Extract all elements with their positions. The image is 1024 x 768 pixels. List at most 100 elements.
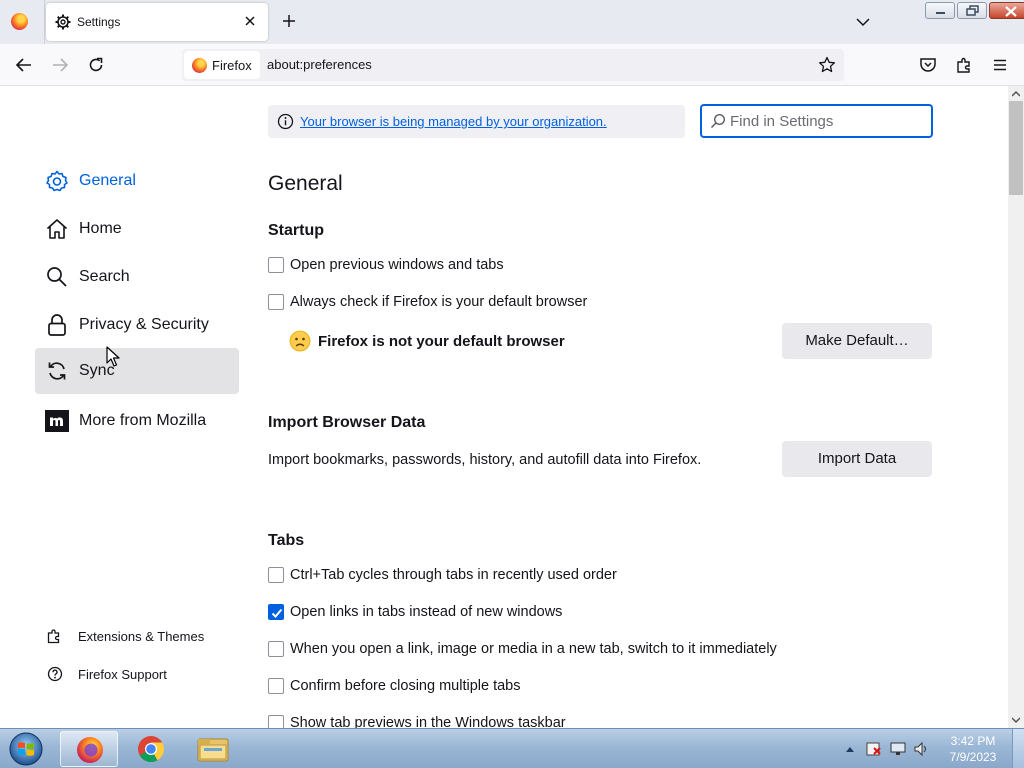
firefox-icon xyxy=(77,737,103,763)
clock-date: 7/9/2023 xyxy=(949,750,997,764)
taskbar-firefox[interactable] xyxy=(60,731,118,767)
open-links-in-tabs-checkbox[interactable] xyxy=(268,604,284,620)
checkbox-label: Open links in tabs instead of new window… xyxy=(290,604,563,620)
page-scrollbar[interactable] xyxy=(1008,86,1024,728)
identity-box[interactable]: Firefox xyxy=(184,51,260,79)
minimize-button[interactable] xyxy=(925,2,955,19)
sync-icon xyxy=(48,362,66,380)
tab-separator xyxy=(44,0,45,44)
back-arrow-icon[interactable] xyxy=(15,56,33,74)
lock-icon xyxy=(48,314,66,336)
make-default-button[interactable]: Make Default… xyxy=(782,323,932,359)
policy-notice: Your browser is being managed by your or… xyxy=(268,105,685,138)
confirm-close-tabs-checkbox[interactable] xyxy=(268,678,284,694)
mozilla-logo-icon xyxy=(45,410,69,432)
taskbar-clock[interactable]: 3:42 PM 7/9/2023 xyxy=(945,733,1001,765)
minimize-icon xyxy=(936,12,945,14)
tab-previews-checkbox[interactable] xyxy=(268,715,284,728)
extensions-puzzle-icon[interactable] xyxy=(955,56,973,74)
tabs-heading: Tabs xyxy=(268,532,305,549)
system-tray xyxy=(843,739,943,759)
checkbox-label: Confirm before closing multiple tabs xyxy=(290,678,521,694)
sidebar-link-label: Firefox Support xyxy=(78,667,167,682)
chrome-icon xyxy=(138,736,165,763)
sidebar-link-label: Extensions & Themes xyxy=(78,629,205,644)
checkbox-label: When you open a link, image or media in … xyxy=(290,641,777,657)
pocket-icon[interactable] xyxy=(919,56,937,74)
close-window-button[interactable] xyxy=(989,2,1024,19)
not-default-text: Firefox is not your default browser xyxy=(318,333,565,350)
show-hidden-icons-icon xyxy=(846,747,854,752)
import-data-button[interactable]: Import Data xyxy=(782,441,932,477)
restore-icon xyxy=(966,5,979,16)
gear-icon xyxy=(55,14,71,30)
import-description: Import bookmarks, passwords, history, an… xyxy=(268,452,702,468)
reload-icon[interactable] xyxy=(87,56,105,74)
ctrl-tab-checkbox[interactable] xyxy=(268,567,284,583)
scroll-up-arrow-icon[interactable] xyxy=(1012,90,1020,98)
show-desktop-button[interactable] xyxy=(1012,729,1024,768)
sidebar-item-label: General xyxy=(79,172,136,189)
firefox-view-icon[interactable] xyxy=(11,13,28,30)
clock-time: 3:42 PM xyxy=(950,734,996,748)
windows-start-icon[interactable] xyxy=(4,731,48,767)
sidebar-item-sync[interactable]: Sync xyxy=(35,348,239,394)
policy-link[interactable]: Your browser is being managed by your or… xyxy=(300,114,607,129)
sidebar-item-home[interactable]: Home xyxy=(35,206,239,252)
checkbox-label: Ctrl+Tab cycles through tabs in recently… xyxy=(290,567,617,583)
taskbar-file-explorer[interactable] xyxy=(184,731,242,767)
url-text[interactable]: about:preferences xyxy=(267,57,372,72)
restore-button[interactable] xyxy=(957,2,987,19)
open-previous-checkbox[interactable] xyxy=(268,257,284,273)
sidebar-item-label: Privacy & Security xyxy=(79,316,209,333)
sidebar-item-more-from-mozilla[interactable]: More from Mozilla xyxy=(35,398,239,444)
scroll-down-arrow-icon[interactable] xyxy=(1012,716,1020,724)
new-tab-icon[interactable] xyxy=(280,12,298,30)
hamburger-menu-icon[interactable] xyxy=(991,56,1009,74)
checkbox-label: Open previous windows and tabs xyxy=(290,257,504,273)
checkmark-icon xyxy=(271,608,283,618)
puzzle-icon xyxy=(47,629,60,644)
sidebar-item-search[interactable]: Search xyxy=(35,254,239,300)
import-heading: Import Browser Data xyxy=(268,414,426,431)
window-controls xyxy=(925,2,1024,20)
settings-page: General Home Search Privacy & Security S… xyxy=(0,86,1008,728)
nav-bar: Firefox about:preferences xyxy=(0,44,1024,86)
sidebar-item-label: More from Mozilla xyxy=(79,412,207,429)
gear-icon xyxy=(46,170,68,192)
always-check-default-checkbox[interactable] xyxy=(268,294,284,310)
close-tab-icon[interactable] xyxy=(242,13,258,29)
tab-bar: Settings xyxy=(0,0,1024,44)
close-icon xyxy=(1005,6,1017,17)
sidebar-item-privacy-security[interactable]: Privacy & Security xyxy=(35,302,239,348)
windows-taskbar: 3:42 PM 7/9/2023 xyxy=(0,728,1024,768)
startup-heading: Startup xyxy=(268,222,324,239)
forward-arrow-icon[interactable] xyxy=(51,56,69,74)
search-input[interactable] xyxy=(730,111,925,131)
search-icon xyxy=(47,267,67,287)
identity-label: Firefox xyxy=(212,58,252,73)
help-icon xyxy=(47,666,63,682)
info-icon xyxy=(277,113,294,130)
checkbox-label: Always check if Firefox is your default … xyxy=(290,294,588,310)
switch-to-new-tab-checkbox[interactable] xyxy=(268,641,284,657)
bookmark-star-icon[interactable] xyxy=(818,56,836,74)
page-title: General xyxy=(268,172,343,195)
sidebar-item-general[interactable]: General xyxy=(35,158,239,204)
taskbar-chrome[interactable] xyxy=(122,731,180,767)
chevron-down-icon[interactable] xyxy=(855,14,871,30)
search-icon xyxy=(710,113,726,129)
tab-title: Settings xyxy=(77,15,121,29)
sidebar-item-label: Search xyxy=(79,268,130,285)
file-explorer-icon xyxy=(197,738,229,762)
checkbox-label: Show tab previews in the Windows taskbar xyxy=(290,715,566,728)
tab-settings[interactable]: Settings xyxy=(46,3,268,41)
scrollbar-thumb[interactable] xyxy=(1009,101,1023,195)
address-bar[interactable]: Firefox about:preferences xyxy=(182,49,844,81)
tray-icons xyxy=(846,741,926,757)
sad-face-icon xyxy=(289,330,311,352)
sidebar-item-label: Home xyxy=(79,220,122,237)
firefox-icon xyxy=(192,58,207,73)
mouse-cursor-icon xyxy=(106,346,120,367)
find-in-settings[interactable] xyxy=(700,104,933,138)
